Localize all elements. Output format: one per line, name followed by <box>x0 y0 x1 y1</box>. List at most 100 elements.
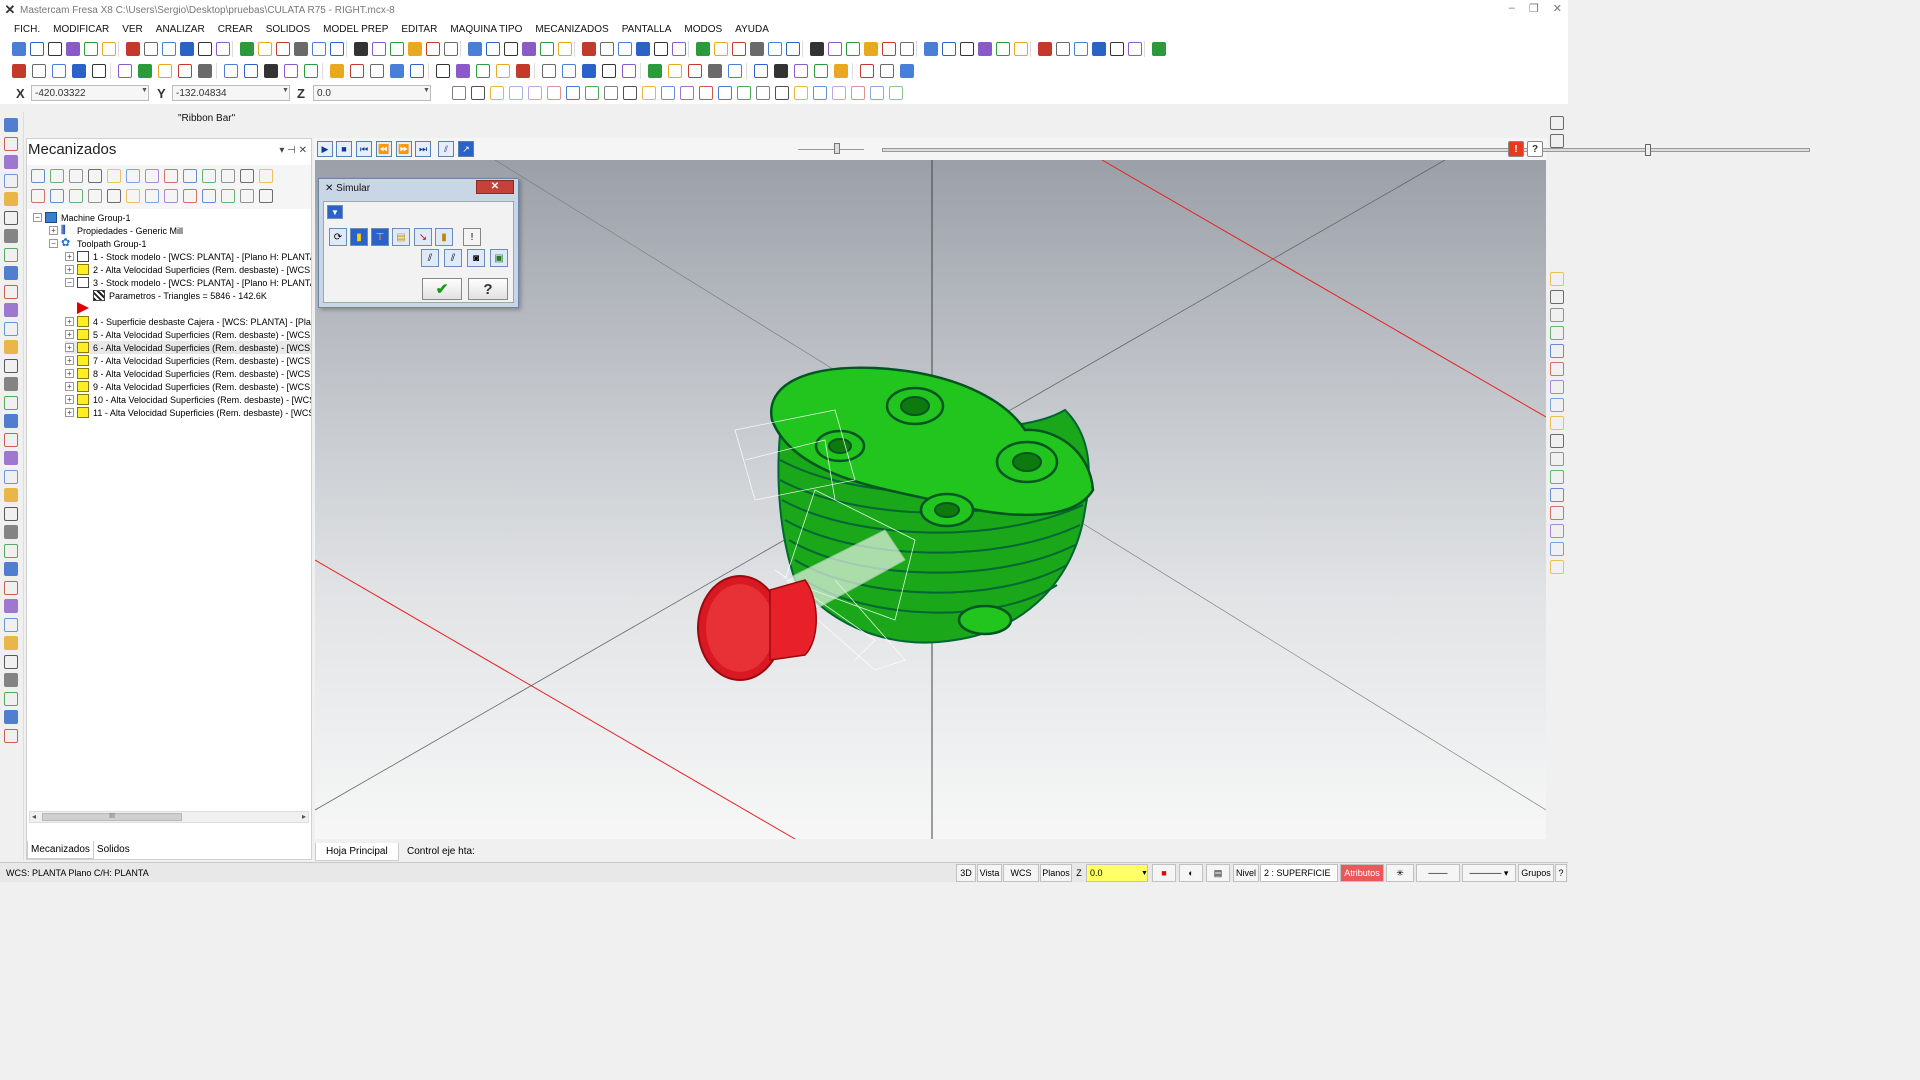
toolbar-icon[interactable] <box>330 42 344 56</box>
save-icon[interactable]: ▣ <box>490 249 508 267</box>
toolbar-icon[interactable] <box>12 42 26 56</box>
autocursor-icon[interactable] <box>794 86 808 100</box>
menu-maquina-tipo[interactable]: MAQUINA TIPO <box>450 24 522 35</box>
expand-icon[interactable]: ▼ <box>327 205 343 219</box>
sim-option-icon-4[interactable]: ▤ <box>392 228 410 246</box>
toolbar-icon[interactable] <box>708 64 722 78</box>
tree-item[interactable]: Parametros - Triangles = 5846 - 142.6K <box>81 289 267 302</box>
tab-hoja-principal[interactable]: Hoja Principal <box>315 843 399 861</box>
autocursor-icon[interactable] <box>832 86 846 100</box>
menu-fich[interactable]: FICH. <box>14 24 40 35</box>
autocursor-icon[interactable] <box>452 86 466 100</box>
autocursor-icon[interactable] <box>642 86 656 100</box>
toolbar-icon[interactable] <box>636 42 650 56</box>
toolbar-icon[interactable] <box>522 42 536 56</box>
toolbar-icon[interactable] <box>860 64 874 78</box>
autocursor-icon[interactable] <box>870 86 884 100</box>
manager-toolbar-icon[interactable] <box>202 189 216 203</box>
autocursor-icon[interactable] <box>528 86 542 100</box>
side-toolbar-icon[interactable] <box>1550 362 1564 376</box>
collapse-icon[interactable]: − <box>65 278 74 287</box>
color-icon[interactable]: ■ <box>1152 864 1176 882</box>
toolbar-icon[interactable] <box>880 64 894 78</box>
side-toolbar-icon[interactable] <box>4 340 18 354</box>
step-forward-icon[interactable]: ⏩ <box>396 141 412 157</box>
autocursor-icon[interactable] <box>813 86 827 100</box>
toolbar-icon[interactable] <box>600 42 614 56</box>
toolbar-icon[interactable] <box>244 64 258 78</box>
side-toolbar-icon[interactable] <box>4 173 18 188</box>
toolbar-icon[interactable] <box>294 42 308 56</box>
manager-toolbar-icon[interactable] <box>240 169 254 183</box>
close-window-button[interactable]: ✕ <box>1553 2 1562 15</box>
manager-toolbar-icon[interactable] <box>240 189 254 203</box>
sim-option-icon-1[interactable]: ⟳ <box>329 228 347 246</box>
tree-item[interactable]: + ⫼ Propiedades - Generic Mill <box>49 224 183 237</box>
autocursor-icon[interactable] <box>851 86 865 100</box>
autocursor-icon[interactable] <box>585 86 599 100</box>
z-dropdown-icon[interactable]: ▼ <box>423 87 430 94</box>
toolbar-icon[interactable] <box>786 42 800 56</box>
scroll-left-icon[interactable]: ◂ <box>32 812 36 821</box>
side-toolbar-icon[interactable] <box>4 469 18 484</box>
autocursor-icon[interactable] <box>604 86 618 100</box>
speed-slider[interactable] <box>798 143 864 154</box>
toolbar-icon[interactable] <box>754 64 768 78</box>
side-toolbar-icon[interactable] <box>4 136 18 151</box>
side-toolbar-icon[interactable] <box>4 266 18 280</box>
side-toolbar-icon[interactable] <box>4 599 18 613</box>
side-toolbar-icon[interactable] <box>4 710 18 724</box>
toolbar-icon[interactable] <box>476 64 490 78</box>
toolbar-icon[interactable] <box>672 42 686 56</box>
toolbar-icon[interactable] <box>696 42 710 56</box>
toolbar-icon[interactable] <box>774 64 788 78</box>
tree-scrollbar[interactable]: ◂ III ▸ <box>29 811 309 823</box>
toolbar-icon[interactable] <box>1074 42 1088 56</box>
toolbar-icon[interactable] <box>370 64 384 78</box>
toolbar-icon[interactable] <box>942 42 956 56</box>
expand-icon[interactable]: + <box>65 265 74 274</box>
toolbar-icon[interactable] <box>1092 42 1106 56</box>
toolbar-icon[interactable] <box>410 64 424 78</box>
status-help-button[interactable]: ? <box>1555 864 1567 882</box>
side-toolbar-icon[interactable] <box>1550 308 1564 322</box>
toolbar-icon[interactable] <box>768 42 782 56</box>
side-toolbar-icon[interactable] <box>1550 488 1564 502</box>
toolbar-icon[interactable] <box>284 64 298 78</box>
toolbar-icon[interactable] <box>102 42 116 56</box>
side-toolbar-icon[interactable] <box>4 543 18 558</box>
toolbar-icon[interactable] <box>864 42 878 56</box>
side-toolbar-icon[interactable] <box>4 377 18 391</box>
manager-toolbar-icon[interactable] <box>221 169 235 183</box>
manager-toolbar-icon[interactable] <box>50 169 64 183</box>
side-toolbar-icon[interactable] <box>4 654 18 669</box>
manager-toolbar-icon[interactable] <box>145 169 159 183</box>
toolbar-icon[interactable] <box>126 42 140 56</box>
toolbar-icon[interactable] <box>304 64 318 78</box>
toolbar-icon[interactable] <box>618 42 632 56</box>
step-back-icon[interactable]: ⏪ <box>376 141 392 157</box>
scroll-right-icon[interactable]: ▸ <box>302 812 306 821</box>
toolbar-icon[interactable] <box>216 42 230 56</box>
collapse-icon[interactable]: − <box>49 239 58 248</box>
side-toolbar-icon[interactable] <box>4 562 18 576</box>
toolbar-icon[interactable] <box>390 64 404 78</box>
side-toolbar-icon[interactable] <box>4 155 18 169</box>
side-toolbar-icon[interactable] <box>1550 116 1564 130</box>
sim-info-icon[interactable]: ! <box>463 228 481 246</box>
toolbar-icon[interactable] <box>516 64 530 78</box>
menu-model-prep[interactable]: MODEL PREP <box>323 24 388 35</box>
toolbar-icon[interactable] <box>1038 42 1052 56</box>
toolbar-icon[interactable] <box>960 42 974 56</box>
side-toolbar-icon[interactable] <box>1550 470 1564 484</box>
toolbar-icon[interactable] <box>648 64 662 78</box>
toolbar-icon[interactable] <box>372 42 386 56</box>
menu-ver[interactable]: VER <box>122 24 143 35</box>
rewind-start-icon[interactable]: ⏮ <box>356 141 372 157</box>
autocursor-icon[interactable] <box>775 86 789 100</box>
manager-toolbar-icon[interactable] <box>50 189 64 203</box>
menu-ayuda[interactable]: AYUDA <box>735 24 769 35</box>
side-toolbar-icon[interactable] <box>1550 290 1564 304</box>
side-toolbar-icon[interactable] <box>4 728 18 743</box>
toolbar-icon[interactable] <box>426 42 440 56</box>
